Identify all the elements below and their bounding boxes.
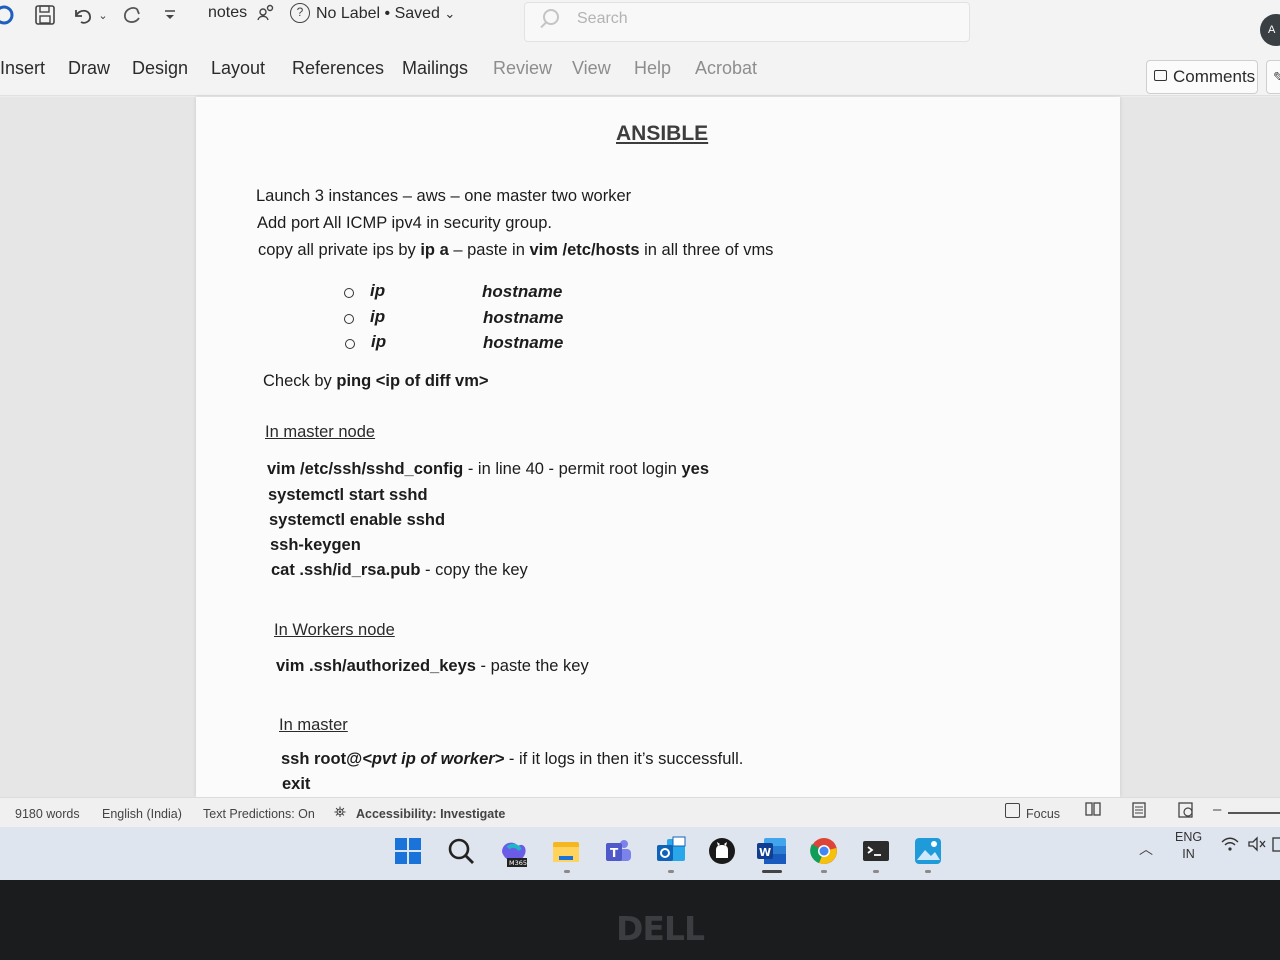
svg-text:M365: M365 [509, 859, 527, 867]
redo-icon[interactable] [118, 2, 146, 28]
accessibility-status[interactable]: Accessibility: Investigate [356, 807, 505, 821]
word-count[interactable]: 9180 words [15, 807, 80, 821]
read-mode-icon[interactable] [1085, 802, 1101, 820]
workers-cmd: vim .ssh/authorized_keys - paste the key [276, 657, 589, 675]
pencil-icon: ✎ [1273, 69, 1280, 85]
search-placeholder: Search [577, 10, 628, 27]
tab-design[interactable]: Design [132, 58, 188, 79]
laptop-bezel: DELL [0, 880, 1280, 960]
status-bar: 9180 words English (India) Text Predicti… [0, 797, 1280, 827]
intro-line-2: Add port All ICMP ipv4 in security group… [257, 214, 553, 232]
autosave-toggle-icon[interactable] [0, 2, 20, 28]
word-icon[interactable]: W [756, 836, 788, 866]
document-canvas: ANSIBLE Launch 3 instances – aws – one m… [0, 97, 1280, 797]
master-cmd-3: systemctl enable sshd [269, 511, 446, 529]
github-icon[interactable] [707, 836, 737, 866]
tab-acrobat[interactable]: Acrobat [695, 58, 757, 79]
master-heading-2: In master [279, 716, 348, 734]
print-layout-icon[interactable] [1132, 802, 1146, 822]
master-cmd-1: vim /etc/ssh/sshd_config - in line 40 - … [267, 460, 710, 478]
taskbar-running-indicator [873, 870, 879, 873]
taskbar: M365 T W ︿ ENG IN [0, 827, 1280, 880]
comments-button[interactable]: Comments [1146, 60, 1258, 94]
master-cmd-2: systemctl start sshd [268, 486, 428, 504]
input-language-indicator[interactable]: ENG IN [1175, 829, 1202, 863]
m365-icon[interactable]: M365 [498, 836, 528, 867]
show-hidden-icons-chevron-icon[interactable]: ︿ [1139, 839, 1153, 859]
photos-icon[interactable] [913, 836, 943, 866]
focus-button[interactable]: Focus [1026, 807, 1060, 821]
chrome-icon[interactable] [809, 836, 839, 866]
svg-text:T: T [610, 846, 619, 860]
master-cmd-5: cat .ssh/id_rsa.pub - copy the key [271, 561, 528, 579]
laptop-screen: ⌄ notes ? No Label • Saved ⌄ Search A In… [0, 0, 1280, 880]
search-icon [543, 9, 559, 25]
sensitivity-label-icon[interactable]: ? [290, 3, 310, 23]
outlook-icon[interactable] [655, 836, 686, 866]
document-page[interactable]: ANSIBLE Launch 3 instances – aws – one m… [196, 97, 1120, 797]
zoom-out-icon[interactable]: – [1213, 801, 1221, 818]
taskbar-running-indicator [925, 870, 931, 873]
zoom-slider[interactable] [1228, 812, 1280, 814]
file-explorer-icon[interactable] [551, 836, 581, 866]
workers-node-heading: In Workers node [274, 621, 395, 639]
shared-people-icon[interactable] [257, 3, 275, 25]
tab-layout[interactable]: Layout [211, 58, 265, 79]
tab-help[interactable]: Help [634, 58, 671, 79]
bullet-circle-icon [344, 314, 354, 324]
terminal-icon[interactable] [861, 836, 891, 866]
editing-mode-button[interactable]: ✎ [1266, 60, 1280, 94]
status-chevron-icon: ⌄ [444, 6, 456, 21]
search-icon[interactable] [446, 836, 476, 866]
bullet-circle-icon [345, 339, 355, 349]
teams-icon[interactable]: T [603, 836, 633, 866]
ssh-cmd: ssh root@<pvt ip of worker> - if it logs… [281, 750, 744, 768]
volume-muted-icon[interactable] [1247, 836, 1267, 856]
document-title: ANSIBLE [616, 122, 709, 145]
master-node-heading: In master node [265, 423, 376, 441]
check-line: Check by ping <ip of diff vm> [263, 372, 489, 390]
tab-review[interactable]: Review [493, 58, 552, 79]
focus-icon [1005, 803, 1020, 818]
bullet-circle-icon [344, 288, 354, 298]
undo-dropdown-chevron-icon[interactable]: ⌄ [96, 2, 110, 28]
svg-text:W: W [759, 846, 771, 859]
taskbar-running-indicator [668, 870, 674, 873]
tab-insert[interactable]: Insert [0, 58, 45, 79]
ribbon-tabs: Insert Draw Design Layout References Mai… [0, 46, 1280, 96]
intro-line-1: Launch 3 instances – aws – one master tw… [256, 187, 632, 205]
intro-line-3: copy all private ips by ip a – paste in … [258, 241, 774, 259]
taskbar-running-indicator [821, 870, 827, 873]
start-icon[interactable] [393, 836, 423, 866]
tab-references[interactable]: References [292, 58, 384, 79]
tab-view[interactable]: View [572, 58, 611, 79]
web-layout-icon[interactable] [1178, 802, 1194, 822]
label-status[interactable]: No Label • Saved ⌄ [316, 5, 455, 23]
taskbar-running-indicator [564, 870, 570, 873]
text-predictions-status[interactable]: Text Predictions: On [203, 807, 315, 821]
user-avatar[interactable]: A [1260, 14, 1280, 46]
comments-label: Comments [1173, 67, 1256, 86]
battery-icon[interactable] [1272, 836, 1280, 856]
tab-mailings[interactable]: Mailings [402, 58, 468, 79]
exit-cmd: exit [282, 775, 311, 793]
undo-icon[interactable] [68, 2, 96, 28]
accessibility-icon: ⛯ [334, 804, 347, 821]
language-indicator[interactable]: English (India) [102, 807, 182, 821]
wifi-icon[interactable] [1221, 836, 1239, 856]
dell-logo: DELL [616, 909, 705, 948]
taskbar-active-indicator [762, 870, 782, 873]
master-cmd-4: ssh-keygen [270, 536, 361, 554]
search-input[interactable]: Search [524, 2, 970, 42]
tab-draw[interactable]: Draw [68, 58, 110, 79]
comment-icon [1154, 70, 1167, 81]
document-name[interactable]: notes [208, 4, 247, 22]
save-icon[interactable] [32, 2, 58, 28]
title-bar: ⌄ notes ? No Label • Saved ⌄ Search A [0, 0, 1280, 46]
customize-toolbar-icon[interactable] [160, 2, 180, 28]
